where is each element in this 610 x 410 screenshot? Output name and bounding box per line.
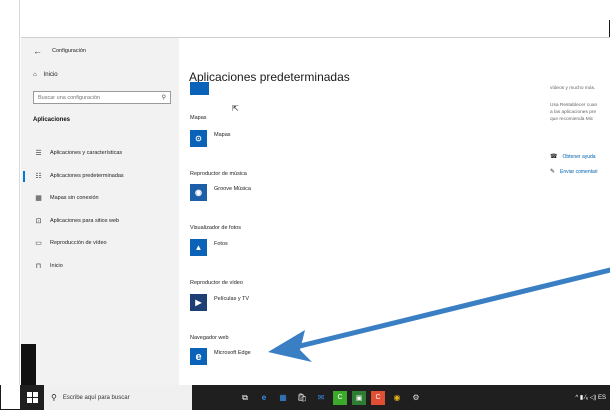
title-row: ← Configuración: [33, 46, 86, 56]
search-icon: ⚲: [51, 393, 57, 402]
app-name: Microsoft Edge: [214, 350, 251, 356]
related-info-panel: vídeos y mucho más. Usa Restablecer cuan…: [540, 38, 610, 385]
section-browser-label: Navegador web: [190, 335, 229, 341]
start-button[interactable]: [20, 385, 44, 410]
app-name: Mapas: [214, 132, 231, 138]
apps-websites-icon: ⊡: [35, 217, 42, 225]
sidebar-nav: ☰ Aplicaciones y características ☷ Aplic…: [21, 142, 179, 277]
help-icon: ☎: [550, 154, 558, 160]
chrome-taskbar-icon[interactable]: ◉: [390, 391, 404, 405]
home-link[interactable]: ⌂ Inicio: [33, 72, 58, 78]
mail-taskbar-icon[interactable]: ✉: [314, 391, 328, 405]
camtasia-taskbar-icon[interactable]: C: [333, 390, 347, 405]
windows-logo-icon: [26, 392, 38, 403]
settings-search[interactable]: ⚲: [33, 91, 171, 104]
settings-taskbar-icon[interactable]: ⚙: [409, 391, 423, 405]
feedback-icon: ✎: [550, 169, 556, 175]
tray-icons: ^ ▮ ⁄ₑ ◁) ES: [575, 395, 606, 401]
movies-tv-icon: ▶: [190, 294, 207, 311]
sidebar-item-default-apps[interactable]: ☷ Aplicaciones predeterminadas: [21, 165, 179, 188]
system-tray[interactable]: ^ ▮ ⁄ₑ ◁) ES: [575, 394, 610, 401]
app-name: Fotos: [214, 241, 228, 247]
offline-maps-icon: ▦: [35, 195, 42, 203]
info-text-line: que recomienda Mic: [550, 117, 594, 122]
sidebar-item-label: Aplicaciones para sitios web: [50, 217, 120, 224]
photos-app-icon: ▲: [190, 239, 207, 256]
get-help-label: Obtener ayuda: [562, 153, 596, 160]
mouse-cursor-icon: ⇱: [232, 104, 239, 113]
section-photos-label: Visualizador de fotos: [190, 225, 241, 231]
sidebar-item-label: Aplicaciones predeterminadas: [50, 172, 124, 179]
settings-window: ← Configuración ⌂ Inicio ⚲ Aplicaciones …: [21, 38, 610, 385]
red-app-taskbar-icon[interactable]: C: [371, 390, 385, 405]
store-taskbar-icon[interactable]: 🛍: [295, 391, 309, 405]
sidebar-item-startup[interactable]: ⊓ Inicio: [21, 255, 179, 278]
app-name: Películas y TV: [214, 296, 250, 302]
settings-search-input[interactable]: [38, 94, 156, 101]
home-icon: ⌂: [33, 72, 37, 78]
default-app-music[interactable]: ◉ Groove Música: [190, 184, 251, 201]
send-feedback-label: Enviar comentari: [560, 168, 598, 175]
send-feedback-link[interactable]: ✎ Enviar comentari: [550, 168, 598, 176]
default-app-video[interactable]: ▶ Películas y TV: [190, 294, 249, 311]
dark-overlay-strip: [21, 344, 36, 385]
section-music-label: Reproductor de música: [190, 171, 247, 177]
taskbar: ⚲ Escribe aquí para buscar ⧉ e ▦ 🛍 ✉ C ▣…: [20, 385, 610, 410]
sidebar-item-label: Mapas sin conexión: [50, 195, 99, 202]
default-app-browser[interactable]: e Microsoft Edge: [190, 348, 251, 365]
edge-taskbar-icon[interactable]: e: [257, 391, 271, 405]
sidebar: ← Configuración ⌂ Inicio ⚲ Aplicaciones …: [21, 38, 179, 385]
taskbar-search[interactable]: ⚲ Escribe aquí para buscar: [44, 385, 192, 410]
default-apps-icon: ☷: [35, 172, 42, 180]
email-app-tile-partial[interactable]: [190, 82, 209, 95]
calendar-taskbar-icon[interactable]: ▦: [276, 391, 290, 405]
startup-icon: ⊓: [35, 262, 42, 270]
left-bezel: [0, 0, 20, 385]
home-label: Inicio: [43, 72, 58, 78]
edge-app-icon: e: [190, 348, 207, 365]
window-title: Configuración: [52, 48, 86, 54]
default-app-maps[interactable]: ⊙ Mapas: [190, 130, 231, 147]
video-playback-icon: ▭: [35, 240, 42, 248]
sidebar-item-offline-maps[interactable]: ▦ Mapas sin conexión: [21, 187, 179, 210]
page-title: Aplicaciones predeterminadas: [189, 70, 350, 84]
maps-app-icon: ⊙: [190, 130, 207, 147]
default-app-photos[interactable]: ▲ Fotos: [190, 239, 228, 256]
sidebar-item-apps-websites[interactable]: ⊡ Aplicaciones para sitios web: [21, 210, 179, 233]
sidebar-item-apps-features[interactable]: ☰ Aplicaciones y características: [21, 142, 179, 165]
green-app-taskbar-icon[interactable]: ▣: [352, 390, 366, 405]
taskbar-search-placeholder: Escribe aquí para buscar: [62, 394, 130, 401]
groove-music-icon: ◉: [190, 184, 207, 201]
section-maps-label: Mapas: [190, 115, 207, 121]
search-icon[interactable]: ⚲: [162, 94, 166, 101]
sidebar-item-label: Inicio: [50, 262, 63, 269]
top-bezel: [0, 0, 610, 20]
app-name: Groove Música: [214, 186, 251, 192]
sidebar-item-video-playback[interactable]: ▭ Reproducción de vídeo: [21, 232, 179, 255]
taskbar-apps: ⧉ e ▦ 🛍 ✉ C ▣ C ◉ ⚙: [238, 390, 423, 405]
sidebar-item-label: Aplicaciones y características: [50, 150, 123, 157]
info-text-line: a las aplicaciones pre: [550, 110, 597, 115]
get-help-link[interactable]: ☎ Obtener ayuda: [550, 153, 596, 161]
section-video-label: Reproductor de vídeo: [190, 280, 243, 286]
back-arrow-icon[interactable]: ←: [33, 46, 42, 56]
info-text-line: vídeos y mucho más.: [550, 86, 596, 91]
sidebar-item-label: Reproducción de vídeo: [50, 240, 107, 247]
sidebar-section-heading: Aplicaciones: [33, 117, 71, 123]
task-view-icon[interactable]: ⧉: [238, 391, 252, 405]
apps-list-icon: ☰: [35, 150, 42, 158]
main-content: Aplicaciones predeterminadas ⇱ Mapas ⊙ M…: [179, 38, 540, 385]
info-text-line: Usa Restablecer cuan: [550, 103, 598, 108]
